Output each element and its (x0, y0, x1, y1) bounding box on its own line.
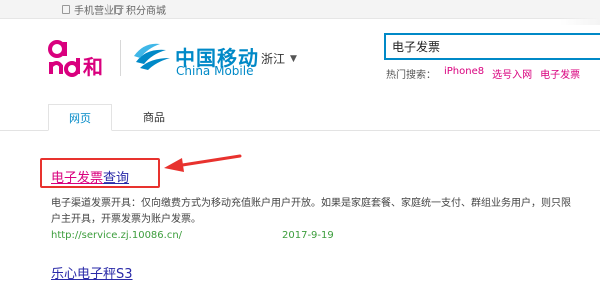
phone-icon (62, 4, 70, 14)
hot-searches: 热门搜索： iPhone8 选号入网 电子发票 (386, 66, 580, 81)
result-2-title-link[interactable]: 乐心电子秤S3 (51, 263, 133, 282)
and-he-logo[interactable]: 和 (48, 38, 110, 78)
topbar-divider (107, 4, 108, 14)
annotation-highlight-box (40, 158, 160, 188)
logo-divider (120, 40, 121, 76)
top-utility-bar: 手机营业厅 积分商城 (0, 0, 600, 25)
search-input[interactable] (386, 35, 600, 58)
gift-icon (114, 4, 122, 14)
hot-search-number-select[interactable]: 选号入网 (492, 66, 532, 81)
tab-webpage[interactable]: 网页 (48, 104, 112, 131)
points-mall-link[interactable]: 积分商城 (114, 2, 166, 17)
brand-name-en: China Mobile (176, 64, 254, 78)
province-label: 浙江 (261, 52, 286, 66)
search-box (384, 33, 600, 60)
points-mall-label: 积分商城 (126, 5, 166, 17)
result-1-date: 2017-9-19 (282, 230, 334, 241)
hot-search-e-invoice[interactable]: 电子发票 (540, 66, 580, 81)
chevron-down-icon: ▼ (290, 53, 297, 64)
result-1-snippet: 电子渠道发票开具：仅向缴费方式为移动充值账户用户开放。如果是家庭套餐、家庭统一支… (51, 198, 571, 225)
china-mobile-logo-icon[interactable] (130, 40, 176, 76)
annotation-arrow-icon (164, 154, 242, 172)
hot-search-label: 热门搜索： (386, 70, 436, 81)
hot-search-iphone8[interactable]: iPhone8 (444, 66, 484, 81)
svg-text:和: 和 (83, 55, 103, 78)
result-1-url[interactable]: http://service.zj.10086.cn/ (51, 230, 182, 241)
tab-products[interactable]: 商品 (130, 104, 178, 131)
province-selector[interactable]: 浙江 ▼ (261, 50, 297, 67)
topbar-fade (560, 0, 600, 25)
